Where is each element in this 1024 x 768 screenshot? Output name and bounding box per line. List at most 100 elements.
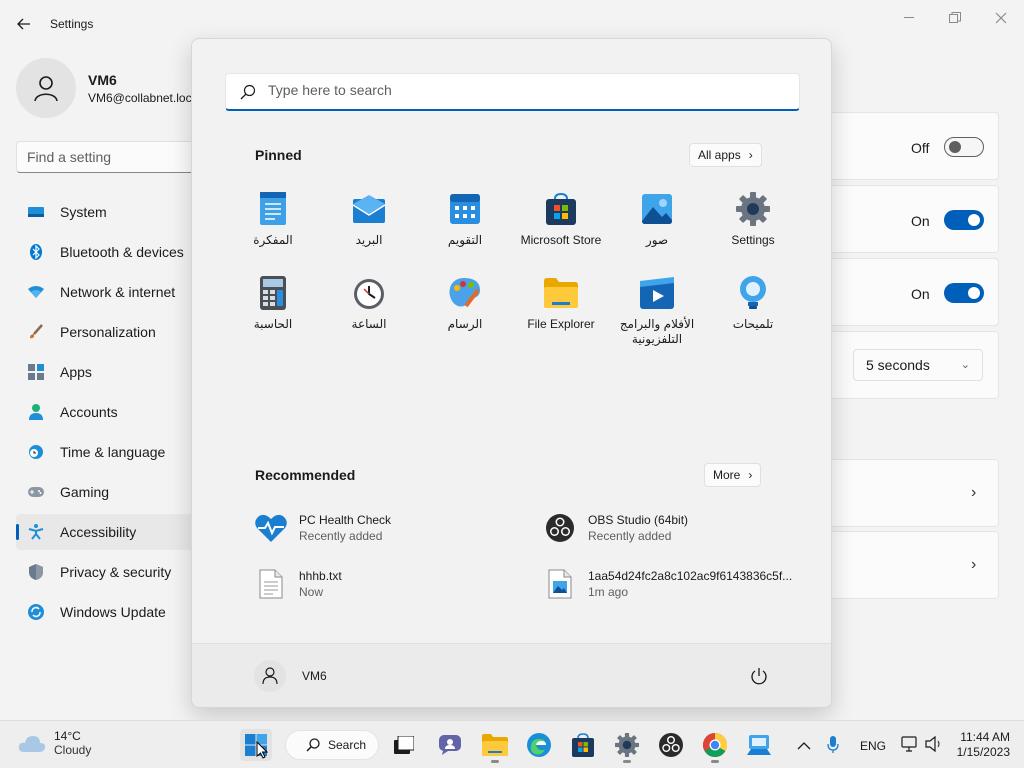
recommended-item[interactable]: PC Health Check Recently added <box>255 506 515 550</box>
system-icon <box>28 204 44 220</box>
setting-card: On <box>820 258 999 326</box>
recommended-item[interactable]: hhhb.txt Now <box>255 562 515 606</box>
folder-icon <box>543 275 579 311</box>
pinned-app-clock[interactable]: الساعة <box>321 271 417 355</box>
pinned-app-calculator[interactable]: الحاسبة <box>225 271 321 355</box>
pinned-title: Pinned <box>255 147 302 163</box>
paint-icon <box>447 275 483 311</box>
recommended-name: 1aa54d24fc2a8c102ac9f6143836c5f... <box>588 569 793 583</box>
obs-icon <box>659 733 683 757</box>
remote-app-taskbar[interactable] <box>743 729 775 761</box>
settings-taskbar[interactable] <box>611 729 643 763</box>
close-button[interactable] <box>989 10 1013 26</box>
recommended-name: PC Health Check <box>299 513 392 527</box>
brush-icon <box>28 324 44 340</box>
start-search-box[interactable] <box>225 73 800 111</box>
start-search-input[interactable] <box>268 82 768 98</box>
show-hidden-icons-button[interactable] <box>797 738 811 756</box>
store-icon <box>572 733 594 757</box>
start-button[interactable] <box>240 729 272 761</box>
weather-widget[interactable]: 14°C Cloudy <box>18 729 91 757</box>
toggle-state-label: On <box>911 213 930 229</box>
recommended-subtitle: Recently added <box>299 529 383 543</box>
chat-button[interactable] <box>434 729 466 761</box>
pinned-app-tips[interactable]: تلميحات <box>705 271 801 355</box>
taskbar-search[interactable]: Search <box>285 730 379 760</box>
all-apps-button[interactable]: All apps › <box>689 143 762 167</box>
recommended-item[interactable]: 1aa54d24fc2a8c102ac9f6143836c5f... 1m ag… <box>544 562 844 606</box>
edge-button[interactable] <box>523 729 555 761</box>
cloud-icon <box>18 736 46 752</box>
clock[interactable]: 11:44 AM 1/15/2023 <box>952 730 1010 760</box>
running-indicator <box>711 760 719 763</box>
setting-card-link[interactable]: › <box>820 459 999 527</box>
volume-button[interactable] <box>925 735 943 757</box>
maximize-button[interactable] <box>943 10 967 26</box>
microphone-icon <box>827 736 839 753</box>
toggle-switch[interactable] <box>944 210 984 230</box>
toggle-switch[interactable] <box>944 137 984 157</box>
app-label: Settings <box>731 233 775 247</box>
minimize-button[interactable] <box>897 10 921 26</box>
language-indicator[interactable]: ENG <box>860 739 886 753</box>
tips-icon <box>735 275 771 311</box>
chrome-taskbar[interactable] <box>699 729 731 763</box>
avatar <box>254 660 286 692</box>
photos-icon <box>639 191 675 227</box>
setting-card-link[interactable]: › <box>820 531 999 599</box>
back-button[interactable] <box>14 14 34 34</box>
more-button[interactable]: More › <box>704 463 762 487</box>
pinned-app-photos[interactable]: صور <box>609 187 705 271</box>
profile-avatar[interactable] <box>16 58 76 118</box>
pinned-app-movies-tv[interactable]: الأفلام والبرامج التلفزيونية <box>609 271 705 355</box>
user-account-button[interactable]: VM6 <box>254 660 327 692</box>
chevron-down-icon: ⌄ <box>960 359 970 371</box>
pinned-app-settings[interactable]: Settings <box>705 187 801 271</box>
duration-dropdown[interactable]: 5 seconds ⌄ <box>853 349 983 381</box>
network-status[interactable] <box>901 736 919 757</box>
wifi-icon <box>28 284 44 300</box>
pinned-app-store[interactable]: Microsoft Store <box>513 187 609 271</box>
obs-taskbar[interactable] <box>655 729 687 761</box>
task-view-button[interactable] <box>388 729 420 761</box>
bluetooth-icon <box>28 244 44 260</box>
restore-icon <box>949 12 961 23</box>
nav-label: Apps <box>60 364 92 380</box>
store-taskbar[interactable] <box>567 729 599 761</box>
pinned-app-calendar[interactable]: التقويم <box>417 187 513 271</box>
microphone-button[interactable] <box>827 736 839 759</box>
edge-browser-icon <box>527 733 551 757</box>
recommended-item[interactable]: OBS Studio (64bit) Recently added <box>544 506 804 550</box>
recommended-subtitle: Now <box>299 585 324 599</box>
movies-icon <box>639 275 675 311</box>
alarm-clock-icon <box>351 275 387 311</box>
pinned-app-mail[interactable]: البريد <box>321 187 417 271</box>
chevron-right-icon: › <box>748 468 753 482</box>
nav-label: Personalization <box>60 324 156 340</box>
app-label: الأفلام والبرامج التلفزيونية <box>619 317 695 346</box>
file-explorer-taskbar[interactable] <box>479 729 511 763</box>
pinned-app-file-explorer[interactable]: File Explorer <box>513 271 609 355</box>
settings-gear-icon <box>615 733 639 757</box>
nav-label: Privacy & security <box>60 564 172 580</box>
more-label: More <box>713 468 741 482</box>
pinned-app-paint[interactable]: الرسام <box>417 271 513 355</box>
app-label: البريد <box>355 233 383 247</box>
pinned-app-notepad[interactable]: المفكرة <box>225 187 321 271</box>
toggle-switch[interactable] <box>944 283 984 303</box>
apps-icon <box>28 364 44 380</box>
recommended-name: hhhb.txt <box>299 569 342 583</box>
notepad-icon <box>255 191 291 227</box>
app-title: Settings <box>50 17 94 31</box>
calculator-icon <box>255 275 291 311</box>
recommended-subtitle: 1m ago <box>588 585 629 599</box>
app-label: المفكرة <box>253 233 293 247</box>
chrome-browser-icon <box>703 733 727 757</box>
app-label: الرسام <box>447 317 483 331</box>
toggle-state-label: Off <box>911 140 930 156</box>
power-button[interactable] <box>749 666 769 686</box>
speaker-icon <box>925 735 940 753</box>
power-icon <box>751 668 767 685</box>
image-file-icon <box>544 568 576 600</box>
search-icon <box>306 738 320 752</box>
